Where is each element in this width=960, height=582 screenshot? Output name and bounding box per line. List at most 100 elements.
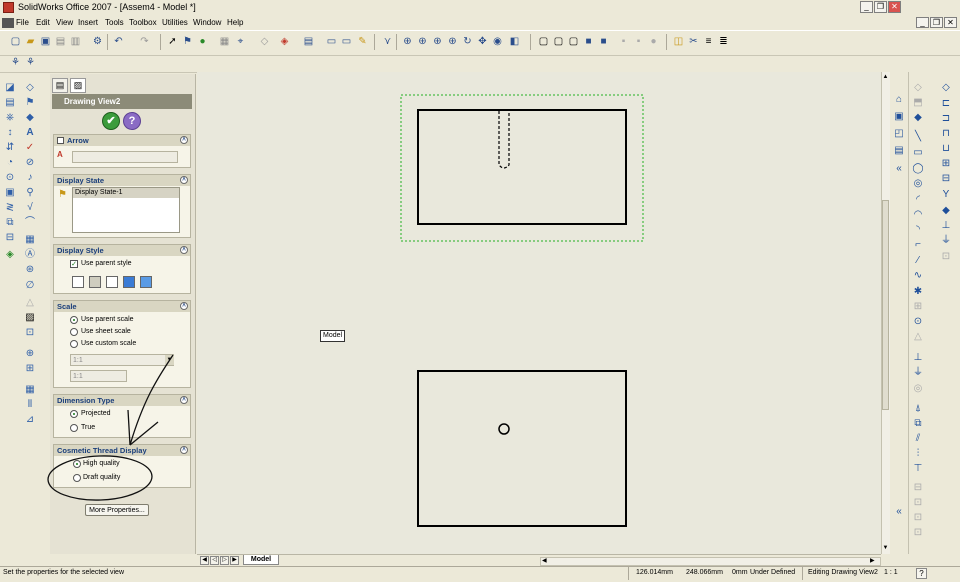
add-relation-icon[interactable]: ⊥ [912,352,924,363]
align-bottom-icon[interactable]: ⊔ [940,143,952,154]
tangent-arc-icon[interactable]: ◠ [912,209,924,220]
design-library-icon[interactable]: ✂ [687,35,700,48]
layout-icon[interactable]: ▤ [302,35,315,48]
centerline-sketch-icon[interactable]: ⁄ [912,255,924,266]
traffic-light-icon[interactable]: ● [196,35,209,48]
menu-view[interactable]: View [56,18,73,27]
tile-icon[interactable]: ▭ [325,35,338,48]
shaded-edges-icon[interactable]: ■ [582,35,595,48]
layer-icon[interactable]: ≡ [702,35,715,48]
parabola-icon[interactable]: △ [912,331,924,342]
file-explorer-icon[interactable]: ◰ [893,128,905,139]
use-sheet-scale-radio[interactable] [70,328,78,336]
use-custom-scale-radio[interactable] [70,340,78,348]
scroll-right-icon[interactable]: ▶ [870,558,877,565]
hidden-lines-removed-icon[interactable]: ▢ [567,35,580,48]
new-document-icon[interactable]: ▢ [9,35,22,48]
predefined-view-icon[interactable]: ◈ [4,249,16,261]
zoom-in-out-icon[interactable]: ⊕ [431,35,444,48]
spline-icon[interactable]: ∿ [912,270,924,281]
use-parent-scale-radio[interactable] [70,316,78,324]
close-button[interactable]: ✕ [888,1,901,13]
options-icon[interactable]: ⚙ [91,35,104,48]
hidden-removed-style-button[interactable] [106,276,118,288]
align-left-icon[interactable]: ⊏ [940,98,952,109]
stretch-icon[interactable]: ⊡ [912,527,924,538]
view-palette-icon[interactable]: ▤ [893,145,905,156]
alternate-position-icon[interactable]: ⊟ [4,232,16,244]
datum-target-icon[interactable]: ⊛ [24,264,36,276]
zoom-selection-icon[interactable]: ⊕ [446,35,459,48]
arrow-checkbox[interactable] [57,137,64,144]
routing-icon[interactable]: ⚘ [9,56,22,69]
wireframe-icon[interactable]: ▢ [537,35,550,48]
scroll-up-icon[interactable]: ▲ [882,74,889,82]
model-items-icon[interactable]: ⚑ [24,97,36,109]
display-relations-icon[interactable]: ⏚ [912,367,924,378]
point-icon[interactable]: ✱ [912,286,924,297]
line-icon[interactable]: ╲ [912,131,924,142]
scroll-left-icon[interactable]: ◀ [542,558,549,565]
rectangle-icon[interactable]: ▭ [912,147,924,158]
tab-model[interactable]: Model [243,555,279,565]
spell-check-icon[interactable]: ◆ [24,112,36,124]
open-folder-icon[interactable]: ▰ [24,35,37,48]
mirror-icon[interactable]: ⍋ [912,403,924,414]
vertical-scroll-thumb[interactable] [882,200,889,410]
text-sketch-icon[interactable]: ⊞ [912,301,924,312]
property-manager-tab[interactable]: ▨ [70,78,86,93]
menu-utilities[interactable]: Utilities [162,18,188,27]
zoom-fit-icon[interactable]: ⊕ [401,35,414,48]
prev-sheet-icon[interactable]: ◁ [210,556,219,565]
compact-icon[interactable]: Y [940,189,952,200]
weld-symbol-icon[interactable]: ⌒ [24,217,36,229]
crop-view-icon[interactable]: ⧉ [4,217,16,229]
restore-button[interactable]: ❐ [874,1,887,13]
balloon-icon[interactable]: ⊘ [24,157,36,169]
collapse-icon[interactable]: ˄ [180,246,188,254]
help-button[interactable]: ? [123,112,141,130]
library-icon[interactable]: ▣ [893,111,905,122]
block-icon[interactable]: ⊡ [24,327,36,339]
align-collinear-icon[interactable]: ⏚ [940,235,952,246]
menu-tools[interactable]: Tools [105,18,124,27]
magnetic-line-icon[interactable]: ⚲ [24,187,36,199]
hidden-lines-visible-icon[interactable]: ▢ [552,35,565,48]
collapse-left-icon[interactable]: « [893,506,905,517]
move-icon[interactable]: ⊤ [912,463,924,474]
print-preview-icon[interactable]: ▥ [69,35,82,48]
first-sheet-icon[interactable]: ◀ [200,556,209,565]
status-help-icon[interactable]: ? [916,568,927,579]
select-arrow-icon[interactable]: ➚ [166,35,179,48]
shadows-icon[interactable]: ▪ [617,35,630,48]
smart-dim-icon[interactable]: ◆ [912,112,924,123]
broken-out-section-icon[interactable]: ▣ [4,187,16,199]
shaded-edges-style-button[interactable] [123,276,135,288]
menu-file[interactable]: File [16,18,29,27]
sketch-icon[interactable]: ◇ [912,82,924,93]
ellipse-icon[interactable]: ⊙ [912,316,924,327]
center-mark-icon[interactable]: ⊕ [24,348,36,360]
align-top-icon[interactable]: ⊓ [940,128,952,139]
hidden-visible-style-button[interactable] [89,276,101,288]
home-icon[interactable]: ⌂ [893,94,905,105]
offset-icon[interactable]: ⧉ [912,418,924,429]
snap-icon[interactable]: ⌖ [234,35,247,48]
align-right-icon[interactable]: ⊐ [940,113,952,124]
save-icon[interactable]: ▣ [39,35,52,48]
zoom-area-icon[interactable]: ⊕ [416,35,429,48]
spell-checker-icon[interactable]: ✓ [24,142,36,154]
menu-help[interactable]: Help [227,18,243,27]
smart-dimension-icon[interactable]: ◇ [258,35,271,48]
menu-insert[interactable]: Insert [78,18,98,27]
expand-left-icon[interactable]: « [893,163,905,174]
rotate-icon[interactable]: ↻ [461,35,474,48]
filter-icon[interactable]: ⋎ [381,35,394,48]
sketch-fillet-icon[interactable]: ⌐ [912,239,924,250]
pan-icon[interactable]: ✥ [476,35,489,48]
ungroup-icon[interactable]: ⊥ [940,220,952,231]
copy-icon[interactable]: ⊟ [912,482,924,493]
print-icon[interactable]: ▤ [54,35,67,48]
note-icon[interactable]: A [24,127,36,139]
perspective-icon[interactable]: ▪ [632,35,645,48]
